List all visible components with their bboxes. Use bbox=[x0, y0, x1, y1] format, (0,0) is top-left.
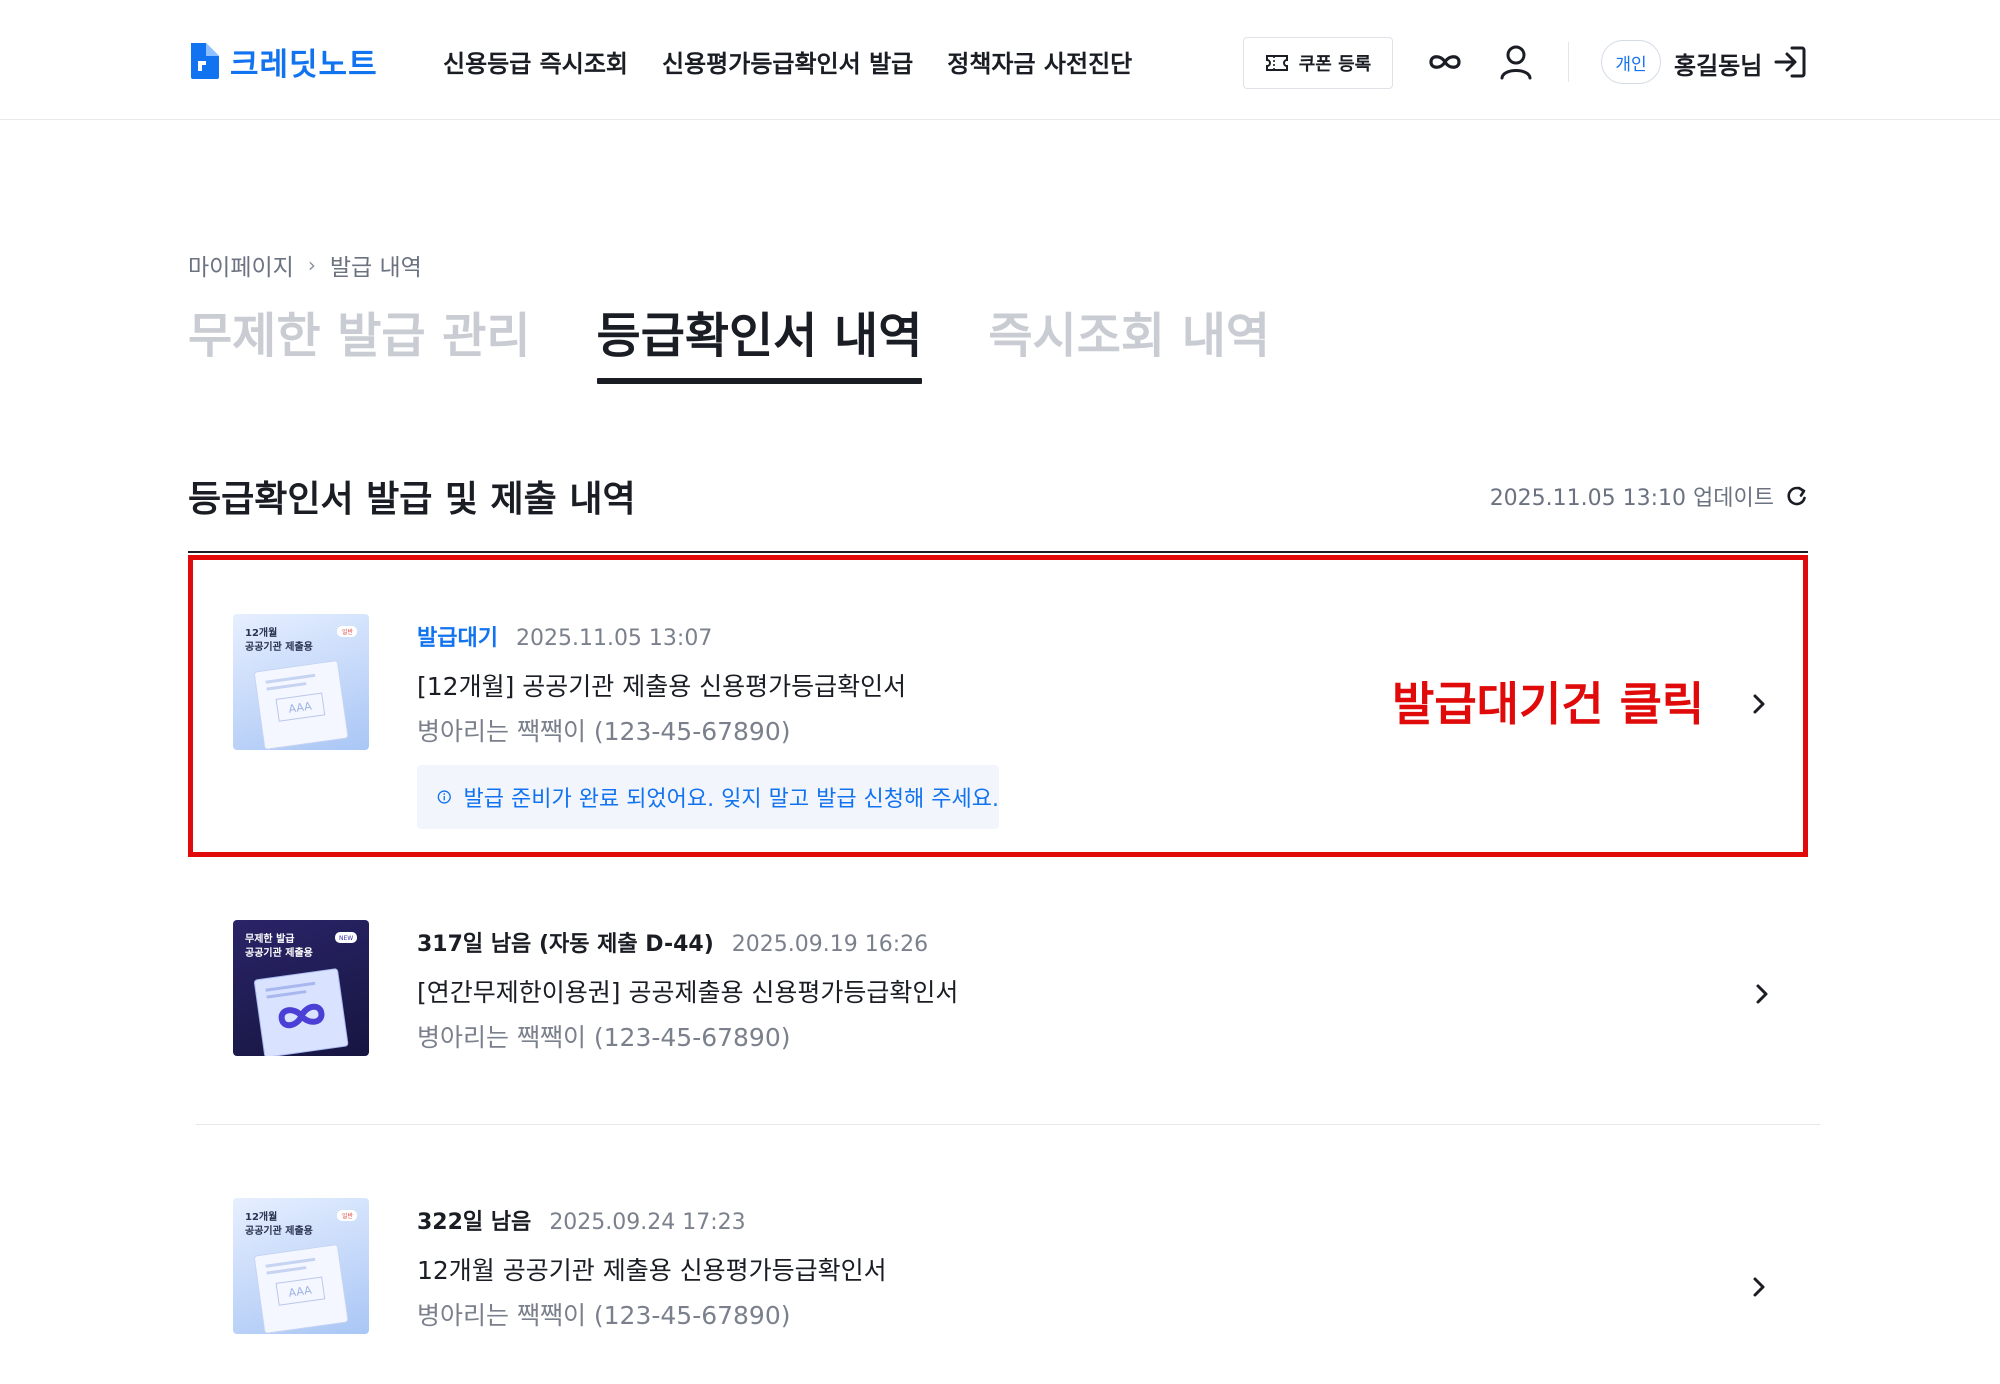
item-datetime: 2025.09.24 17:23 bbox=[549, 1210, 746, 1235]
tab-certificate-history[interactable]: 등급확인서 내역 bbox=[596, 296, 922, 384]
person-icon bbox=[1500, 45, 1532, 80]
last-updated-text: 2025.11.05 13:10 업데이트 bbox=[1489, 486, 1774, 511]
breadcrumb-mypage[interactable]: 마이페이지 bbox=[188, 248, 294, 282]
thumb-tag: 일반 bbox=[342, 1212, 354, 1220]
product-name: 12개월 공공기관 제출용 신용평가등급확인서 bbox=[417, 1256, 887, 1285]
thumb-title-1: 12개월 bbox=[245, 1210, 277, 1223]
coupon-register-button[interactable]: 쿠폰 등록 bbox=[1243, 37, 1393, 89]
thumb-tag: NEW bbox=[339, 935, 353, 942]
product-thumbnail: 무제한 발급 공공기관 제출용 NEW bbox=[233, 920, 369, 1056]
company-name: 병아리는 짹짹이 (123-45-67890) bbox=[417, 1023, 791, 1052]
global-nav: 신용등급 즉시조회 신용평가등급확인서 발급 정책자금 사전진단 bbox=[443, 44, 1132, 79]
item-meta: 317일 남음 (자동 제출 D-44) 2025.09.19 16:26 bbox=[417, 926, 928, 958]
infinity-icon bbox=[1429, 55, 1461, 69]
unlimited-button[interactable] bbox=[1423, 40, 1467, 84]
section-title: 등급확인서 발급 및 제출 내역 bbox=[188, 479, 636, 520]
thumb-title-2: 공공기관 제출용 bbox=[245, 946, 313, 959]
item-datetime: 2025.09.19 16:26 bbox=[731, 932, 929, 957]
chevron-right-icon[interactable] bbox=[1747, 1275, 1771, 1299]
list-top-rule bbox=[188, 551, 1808, 553]
coupon-register-label: 쿠폰 등록 bbox=[1298, 54, 1372, 75]
nav-policy-fund-diagnosis[interactable]: 정책자금 사전진단 bbox=[947, 44, 1132, 79]
thumb-title-1: 무제한 발급 bbox=[245, 932, 294, 945]
tab-instant-lookup-history[interactable]: 즉시조회 내역 bbox=[988, 296, 1270, 380]
unlimited-thumbnail-art: 무제한 발급 공공기관 제출용 NEW bbox=[245, 932, 357, 1056]
tab-unlimited-issue[interactable]: 무제한 발급 관리 bbox=[188, 296, 531, 380]
last-updated: 2025.11.05 13:10 업데이트 bbox=[1490, 480, 1808, 512]
list-item[interactable]: 무제한 발급 공공기관 제출용 NEW 317일 남음 (자동 제출 D-44)… bbox=[188, 870, 1808, 1125]
item-meta: 322일 남음 2025.09.24 17:23 bbox=[417, 1204, 746, 1236]
breadcrumb-current: 발급 내역 bbox=[329, 255, 422, 281]
refresh-icon[interactable] bbox=[1786, 485, 1808, 507]
mypage-button[interactable] bbox=[1494, 40, 1538, 84]
top-header: 크레딧노트 신용등급 즉시조회 신용평가등급확인서 발급 정책자금 사전진단 쿠… bbox=[0, 0, 2000, 120]
thumb-title-2: 공공기관 제출용 bbox=[245, 1224, 313, 1237]
product-thumbnail: 12개월 공공기관 제출용 일반 AAA bbox=[233, 1198, 369, 1334]
history-tabs: 무제한 발급 관리 등급확인서 내역 즉시조회 내역 bbox=[188, 296, 1270, 384]
logo-mark-icon bbox=[191, 43, 219, 79]
certificate-thumbnail-art: 12개월 공공기관 제출용 일반 AAA bbox=[245, 1210, 357, 1334]
logo[interactable]: 크레딧노트 bbox=[188, 40, 378, 83]
logo-text: 크레딧노트 bbox=[230, 46, 378, 83]
nav-credit-grade-instant[interactable]: 신용등급 즉시조회 bbox=[443, 44, 628, 79]
product-name: [연간무제한이용권] 공공제출용 신용평가등급확인서 bbox=[417, 978, 959, 1007]
company-name: 병아리는 짹짹이 (123-45-67890) bbox=[417, 1301, 791, 1330]
nav-credit-certificate-issue[interactable]: 신용평가등급확인서 발급 bbox=[662, 44, 913, 79]
ticket-icon bbox=[1265, 55, 1288, 71]
annotation-label: 발급대기건 클릭 bbox=[1392, 677, 1705, 731]
breadcrumb: 마이페이지 › 발급 내역 bbox=[188, 248, 422, 282]
account-type-badge: 개인 bbox=[1601, 40, 1661, 84]
status-badge: 322일 남음 bbox=[417, 1210, 532, 1235]
status-badge: 317일 남음 (자동 제출 D-44) bbox=[417, 932, 714, 957]
chevron-right-icon[interactable] bbox=[1750, 982, 1774, 1006]
chevron-right-icon: › bbox=[307, 253, 316, 277]
header-divider bbox=[1568, 42, 1569, 82]
list-item[interactable]: 12개월 공공기관 제출용 일반 AAA 322일 남음 2025.09.24 … bbox=[188, 1125, 1808, 1384]
logout-icon[interactable] bbox=[1772, 44, 1808, 80]
user-name: 홍길동님 bbox=[1674, 52, 1763, 80]
